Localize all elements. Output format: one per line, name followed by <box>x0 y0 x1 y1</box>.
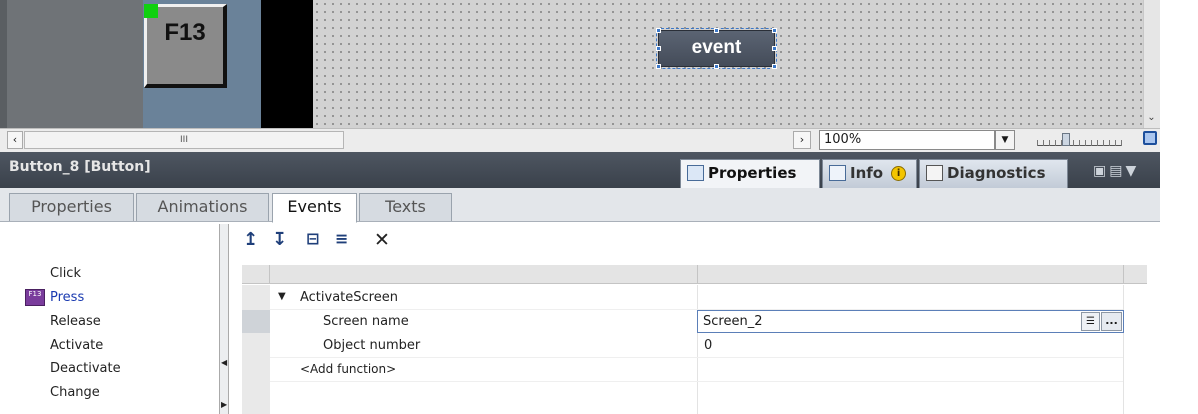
function-key-icon: F13 <box>25 289 45 306</box>
row-selector-column[interactable] <box>242 285 270 414</box>
scroll-left-icon[interactable]: ‹ <box>7 131 23 149</box>
event-item-click[interactable]: Click <box>50 266 81 281</box>
event-item-change[interactable]: Change <box>50 385 100 400</box>
panel-splitter[interactable] <box>219 224 229 414</box>
event-button[interactable]: event <box>656 28 777 69</box>
warning-icon: i <box>891 166 907 181</box>
selection-handle-se[interactable] <box>772 64 777 69</box>
function-key-marker <box>144 4 158 18</box>
selection-handle-e[interactable] <box>772 46 777 51</box>
scroll-right-icon[interactable]: › <box>793 131 811 149</box>
horizontal-scroll-thumb[interactable]: III <box>24 131 344 149</box>
selection-handle-nw[interactable] <box>656 28 661 33</box>
subtab-animations[interactable]: Animations <box>136 193 269 221</box>
selection-handle-ne[interactable] <box>772 28 777 33</box>
function-table-header <box>242 265 1147 284</box>
collapse-all-icon[interactable]: ⊟ <box>306 229 319 248</box>
event-list <box>7 222 221 414</box>
properties-icon <box>687 165 704 181</box>
collapse-left-icon[interactable]: ◀ <box>221 358 227 367</box>
delete-icon[interactable]: ✕ <box>374 229 390 251</box>
subtab-texts[interactable]: Texts <box>359 193 452 221</box>
tab-diagnostics-label: Diagnostics <box>947 164 1046 182</box>
tab-info-label: Info <box>850 164 884 182</box>
canvas-panel-black <box>261 0 313 128</box>
event-item-deactivate[interactable]: Deactivate <box>50 361 121 376</box>
move-up-icon[interactable]: ↥ <box>243 229 258 250</box>
selection-handle-w[interactable] <box>656 46 661 51</box>
subtab-properties[interactable]: Properties <box>9 193 134 221</box>
inspector-title: Button_8 [Button] <box>9 159 151 175</box>
zoom-select[interactable]: 100% <box>819 130 995 150</box>
browse-button[interactable]: ... <box>1101 312 1122 331</box>
right-margin <box>1160 0 1198 414</box>
expand-triangle-icon[interactable]: ▼ <box>278 291 286 302</box>
event-item-release[interactable]: Release <box>50 314 101 329</box>
expand-all-icon[interactable]: ≡ <box>335 229 348 248</box>
panel-window-controls[interactable]: ▣▤▼ <box>1093 163 1139 179</box>
screen-name-input[interactable]: Screen_2 <box>697 310 1124 333</box>
scroll-down-icon[interactable]: ⌄ <box>1143 108 1160 128</box>
object-number-value[interactable]: 0 <box>704 338 712 353</box>
param-screen-name-label: Screen name <box>323 314 409 329</box>
event-item-activate[interactable]: Activate <box>50 338 103 353</box>
add-function-entry[interactable]: <Add function> <box>300 362 396 376</box>
canvas-panel-gray <box>7 0 143 128</box>
tab-properties[interactable]: Properties <box>680 159 820 188</box>
function-name[interactable]: ActivateScreen <box>300 290 398 305</box>
header-row-selector <box>242 265 270 284</box>
row-separator <box>270 357 1123 358</box>
selection-handle-s[interactable] <box>714 64 719 69</box>
column-divider <box>697 285 698 414</box>
tab-diagnostics[interactable]: Diagnostics <box>919 159 1068 188</box>
info-icon <box>829 165 846 181</box>
zoom-fit-icon[interactable] <box>1143 131 1157 145</box>
move-down-icon[interactable]: ↧ <box>272 229 287 250</box>
header-column-divider[interactable] <box>697 265 698 284</box>
chevron-down-icon[interactable]: ▼ <box>995 130 1015 150</box>
diagnostics-icon <box>926 165 943 181</box>
event-item-press[interactable]: Press <box>50 290 84 305</box>
param-object-number-label: Object number <box>323 338 421 353</box>
tab-properties-label: Properties <box>708 164 797 182</box>
column-divider-2 <box>1123 285 1124 414</box>
row-separator <box>270 381 1123 382</box>
subtab-events[interactable]: Events <box>272 193 357 223</box>
row-selector-active[interactable] <box>242 310 270 333</box>
selection-handle-n[interactable] <box>714 28 719 33</box>
zoom-slider-ticks <box>1037 140 1122 146</box>
expand-right-icon[interactable]: ▶ <box>221 400 227 409</box>
tab-info[interactable]: Info i <box>822 159 917 188</box>
list-icon[interactable]: ☰ <box>1081 312 1100 331</box>
header-column-divider-2[interactable] <box>1123 265 1124 284</box>
zoom-slider-knob[interactable] <box>1062 133 1070 146</box>
selection-handle-sw[interactable] <box>656 64 661 69</box>
